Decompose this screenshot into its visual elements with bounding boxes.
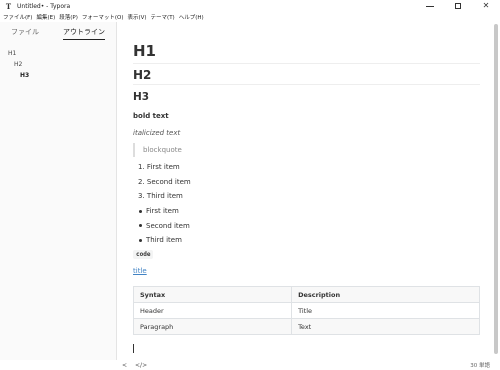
list-item[interactable]: Second item	[138, 219, 190, 234]
list-item[interactable]: First item	[138, 204, 190, 219]
table-cell[interactable]: Paragraph	[132, 318, 293, 335]
list-item-text: Second item	[146, 221, 190, 230]
outline-list: H1 H2 H3	[0, 42, 116, 81]
outline-item-h1[interactable]: H1	[0, 48, 116, 59]
list-marker: 2.	[138, 177, 145, 186]
outline-item-h2[interactable]: H2	[0, 59, 116, 70]
menu-file[interactable]: ファイル(F)	[3, 13, 32, 21]
window-controls: ✕	[416, 0, 500, 12]
status-bar: < </> 30 単語	[118, 360, 500, 370]
heading-1[interactable]: H1	[133, 42, 480, 64]
menu-format[interactable]: フォーマット(O)	[82, 13, 124, 21]
minimize-icon	[426, 5, 434, 7]
minimize-button[interactable]	[416, 0, 444, 12]
menu-view[interactable]: 表示(V)	[127, 13, 146, 21]
list-item-text: First item	[146, 207, 179, 215]
close-button[interactable]: ✕	[472, 0, 500, 12]
scrollbar-thumb[interactable]	[494, 24, 498, 354]
list-item[interactable]: 3. Third item	[138, 189, 191, 204]
sidebar: ファイル アウトライン H1 H2 H3	[0, 22, 117, 360]
list-item[interactable]: 2. Second item	[138, 175, 191, 190]
inline-code[interactable]: code	[133, 250, 154, 259]
italic-paragraph[interactable]: italicized text	[133, 129, 180, 137]
table-header-row: Syntax Description	[132, 286, 480, 303]
list-marker: 1.	[138, 163, 145, 171]
menu-help[interactable]: ヘルプ(H)	[179, 13, 204, 21]
outline-item-h3[interactable]: H3	[0, 70, 116, 81]
blockquote[interactable]: blockquote	[133, 143, 182, 157]
menu-theme[interactable]: テーマ(T)	[151, 13, 175, 21]
unordered-list: First item Second item Third item	[138, 204, 190, 248]
sidebar-tabs: ファイル アウトライン	[0, 22, 116, 42]
table-cell[interactable]: Text	[291, 318, 480, 335]
tab-files[interactable]: ファイル	[11, 27, 39, 39]
list-item-text: Second item	[146, 177, 191, 186]
list-item-text: First item	[146, 163, 180, 171]
bullet-icon	[139, 209, 142, 213]
markdown-table: Syntax Description Header Title Paragrap…	[132, 286, 480, 335]
source-code-icon[interactable]: </>	[135, 362, 147, 369]
heading-2[interactable]: H2	[133, 68, 480, 85]
toggle-sidebar-icon[interactable]: <	[122, 362, 127, 369]
word-count[interactable]: 30 単語	[470, 361, 490, 369]
editor-area[interactable]: H1 H2 H3 bold text italicized text block…	[118, 22, 492, 360]
table-row: Header Title	[132, 302, 480, 319]
table-header-cell[interactable]: Syntax	[132, 286, 293, 303]
close-icon: ✕	[482, 1, 490, 10]
list-item[interactable]: Third item	[138, 233, 190, 248]
table-header-cell[interactable]: Description	[291, 286, 480, 303]
vertical-scrollbar[interactable]	[492, 22, 500, 360]
hyperlink[interactable]: title	[133, 267, 147, 275]
maximize-icon	[455, 3, 461, 9]
list-item-text: Third item	[146, 192, 183, 200]
tab-outline[interactable]: アウトライン	[63, 27, 105, 40]
heading-3[interactable]: H3	[133, 91, 149, 103]
table-cell[interactable]: Title	[291, 302, 480, 319]
ordered-list: 1. First item 2. Second item 3. Third it…	[138, 160, 191, 204]
typora-logo-icon: T	[5, 1, 12, 11]
text-cursor	[133, 344, 134, 353]
window-title: Untitled• - Typora	[17, 2, 71, 10]
bullet-icon	[139, 238, 142, 242]
title-bar: T Untitled• - Typora ✕	[0, 0, 500, 12]
table-row: Paragraph Text	[132, 318, 480, 335]
menu-edit[interactable]: 編集(E)	[36, 13, 55, 21]
list-marker: 3.	[138, 192, 145, 200]
list-item[interactable]: 1. First item	[138, 160, 191, 175]
menu-bar: ファイル(F) 編集(E) 段落(P) フォーマット(O) 表示(V) テーマ(…	[0, 12, 500, 22]
menu-paragraph[interactable]: 段落(P)	[59, 13, 78, 21]
bold-paragraph[interactable]: bold text	[133, 112, 169, 120]
list-item-text: Third item	[146, 236, 182, 244]
table-cell[interactable]: Header	[132, 302, 293, 319]
bullet-icon	[139, 224, 142, 227]
maximize-button[interactable]	[444, 0, 472, 12]
